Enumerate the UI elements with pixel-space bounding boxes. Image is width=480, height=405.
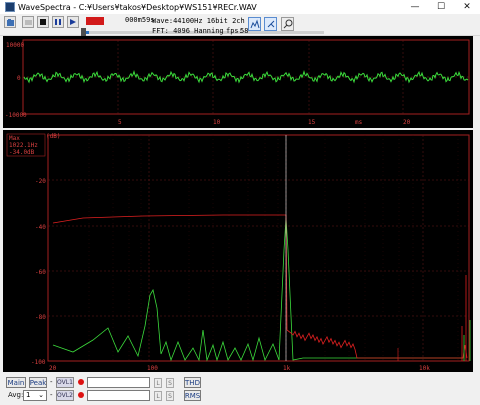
channel1-field[interactable]	[87, 377, 150, 388]
waveform-trace	[23, 70, 469, 84]
wave-x-tick-20: 20	[403, 119, 411, 126]
stop-icon[interactable]	[37, 16, 49, 28]
minimize-button[interactable]: —	[402, 0, 428, 14]
window-title: WaveSpectra - C:¥Users¥takos¥Desktop¥WS1…	[18, 2, 257, 12]
wave-x-unit: ms	[355, 119, 363, 126]
chevron-down-icon: ⌄	[38, 391, 44, 399]
waveform-panel[interactable]: 10000 0 -10000 5 10 15 ms 20	[3, 36, 473, 128]
zoom-icon[interactable]	[281, 17, 294, 31]
spectrum-plot-border	[47, 134, 470, 362]
record-dot-2	[78, 392, 84, 398]
spec-x-tick-10k: 10k	[419, 365, 430, 372]
spectrum-panel[interactable]: Max 1022.1Hz -34.0dB (dB) -20 -40 -60 -8…	[3, 130, 473, 372]
readout-mode: Max	[9, 135, 20, 142]
spectrum-grid	[48, 135, 469, 361]
wave-y-tick-minus-10000: -10000	[5, 112, 27, 119]
ovl1-indicator: OVL1	[56, 377, 74, 388]
avg-value: 1	[26, 391, 31, 399]
avg-select[interactable]: 1 ⌄	[23, 390, 47, 401]
l-button-1[interactable]: L	[154, 378, 162, 388]
spec-y-tick-60: -60	[35, 269, 46, 276]
rms-button[interactable]: RMS	[184, 390, 201, 401]
spectrum-icon[interactable]	[248, 17, 261, 31]
peak-button[interactable]: Peak	[29, 377, 47, 388]
waveform-chart: 10000 0 -10000 5 10 15 ms 20	[5, 39, 470, 126]
wave-y-tick-10000: 10000	[6, 42, 24, 49]
spec-x-tick-1k: 1k	[283, 365, 291, 372]
app-icon	[5, 2, 15, 12]
spec-y-tick-20: -20	[35, 178, 46, 185]
separator-dash-2: -	[50, 391, 53, 399]
close-button[interactable]: ✕	[454, 0, 480, 14]
record-dot-1	[78, 379, 84, 385]
wave-y-tick-0: 0	[17, 75, 21, 82]
spectrum-right-trace	[52, 214, 468, 359]
fft-info: FFT: 4096 Hanning	[152, 27, 224, 35]
spec-y-tick-40: -40	[35, 224, 46, 231]
pause-icon[interactable]	[52, 16, 64, 28]
s-button-1[interactable]: S	[166, 378, 174, 388]
level-indicator	[86, 17, 104, 25]
maximize-button[interactable]: ☐	[428, 0, 454, 14]
l-button-2[interactable]: L	[154, 391, 162, 401]
avg-label: Avg:	[8, 391, 24, 399]
spec-x-tick-100: 100	[147, 365, 158, 372]
wave-x-tick-10: 10	[213, 119, 221, 126]
spectrum-chart: Max 1022.1Hz -34.0dB (dB) -20 -40 -60 -8…	[6, 133, 471, 372]
spec-y-tick-100: -100	[31, 359, 46, 366]
spectrum-y-unit: (dB)	[46, 133, 60, 140]
separator-dash: -	[50, 378, 53, 386]
toolbar: 000m59s Wave:44100Hz 16bit 2ch FFT: 4096…	[0, 14, 480, 36]
record-icon[interactable]	[22, 16, 34, 28]
thd-button[interactable]: THD	[184, 377, 201, 388]
readout-level: -34.0dB	[9, 149, 35, 156]
title-bar: WaveSpectra - C:¥Users¥takos¥Desktop¥WS1…	[0, 0, 480, 14]
play-icon[interactable]	[67, 16, 79, 28]
bottom-bar: Main Peak - OVL1 L S THD Avg: 1 ⌄ - OVL2…	[0, 374, 480, 405]
spectrum-spikes	[397, 275, 471, 361]
wave-x-tick-15: 15	[308, 119, 316, 126]
spectrum-left-trace	[52, 217, 463, 362]
wave-info: Wave:44100Hz 16bit 2ch	[152, 17, 245, 25]
settings-icon[interactable]	[264, 17, 277, 31]
wave-x-tick-5: 5	[118, 119, 122, 126]
s-button-2[interactable]: S	[166, 391, 174, 401]
time-readout: 000m59s	[125, 16, 155, 24]
channel2-field[interactable]	[87, 390, 150, 401]
position-thumb[interactable]	[81, 28, 86, 36]
ovl2-indicator: OVL2	[56, 390, 74, 401]
readout-frequency: 1022.1Hz	[9, 142, 38, 149]
open-icon[interactable]	[4, 16, 16, 28]
spec-x-tick-20: 20	[49, 365, 57, 372]
main-button[interactable]: Main	[6, 377, 26, 388]
spec-y-tick-80: -80	[35, 314, 46, 321]
